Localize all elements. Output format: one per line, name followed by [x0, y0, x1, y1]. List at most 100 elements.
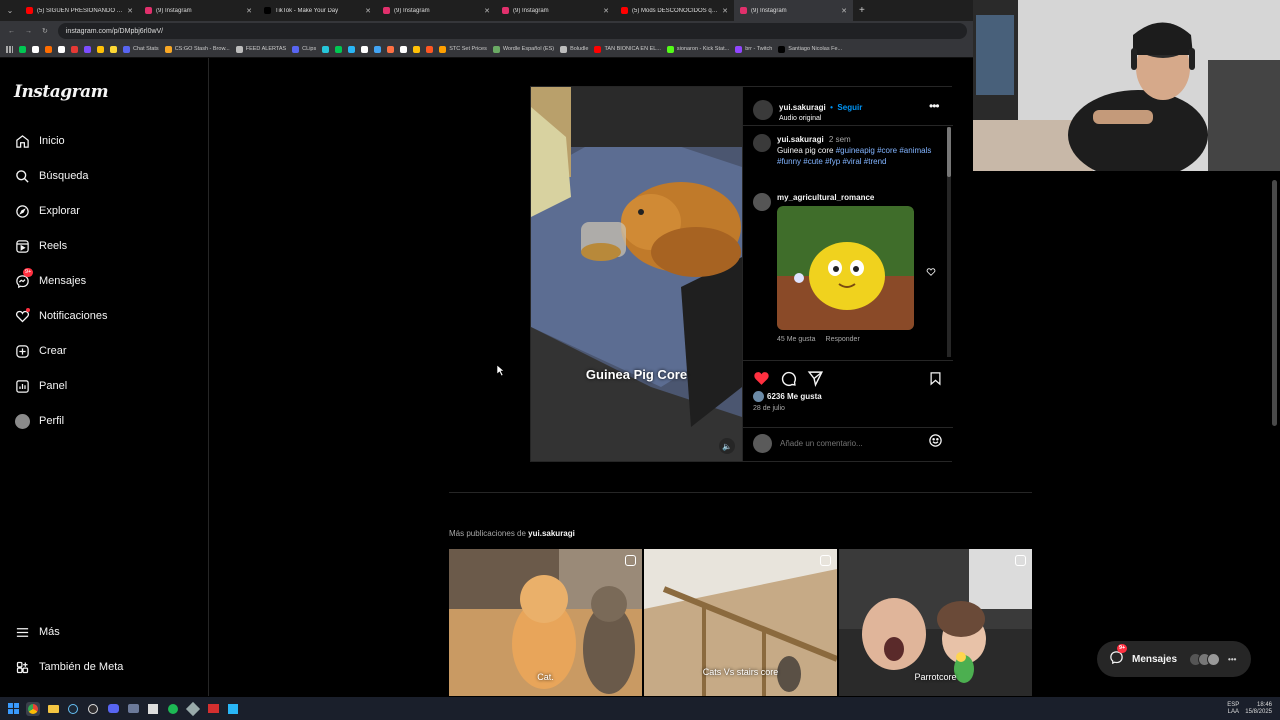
bookmark-item[interactable]: sionaron - Kick Stat... — [666, 45, 729, 53]
bookmark-item[interactable] — [97, 45, 104, 53]
mute-button[interactable]: 🔈 — [719, 438, 735, 454]
hashtag[interactable]: #fyp — [825, 157, 840, 166]
comment-author[interactable]: my_agricultural_romance — [777, 193, 914, 202]
bookmark-item[interactable]: FEED ALERTAS — [235, 45, 286, 53]
save-icon[interactable] — [928, 370, 943, 392]
reload-icon[interactable]: ↻ — [42, 27, 48, 35]
nav-perfil[interactable]: Perfil — [14, 413, 64, 429]
browser-tab[interactable]: (9) Instagram ✕ — [377, 0, 496, 21]
author-avatar[interactable] — [753, 99, 773, 120]
discord-icon[interactable] — [106, 702, 120, 716]
bookmark-item[interactable]: Boludle — [560, 45, 588, 53]
bookmark-item[interactable] — [110, 45, 117, 53]
chrome-icon[interactable] — [26, 701, 40, 716]
hashtag[interactable]: #trend — [864, 157, 887, 166]
obs-icon[interactable] — [86, 702, 100, 716]
nav-mensajes[interactable]: 9+ Mensajes — [14, 268, 86, 289]
nav-explorar[interactable]: Explorar — [14, 203, 80, 219]
browser-tab[interactable]: (5) Mods DESCONOCIDOS que ✕ — [615, 0, 734, 21]
bookmark-item[interactable] — [71, 45, 78, 53]
app-icon[interactable] — [185, 701, 201, 716]
hashtag[interactable]: #animals — [899, 146, 931, 155]
close-icon[interactable]: ✕ — [365, 7, 371, 15]
bookmark-item[interactable]: TAN BIONICA EN EL... — [594, 45, 661, 53]
comments-scrollbar[interactable] — [947, 127, 951, 357]
caption-author[interactable]: yui.sakuragi — [777, 135, 824, 144]
page-scrollbar[interactable] — [1272, 180, 1277, 426]
nav-busqueda[interactable]: Búsqueda — [14, 168, 89, 184]
follow-button[interactable]: Seguir — [837, 103, 862, 112]
tab-search-icon[interactable]: ⌄ — [0, 6, 20, 15]
post-video[interactable]: Guinea Pig Core 🔈 — [531, 87, 742, 461]
bookmark-item[interactable] — [374, 45, 382, 53]
browser-tab[interactable]: (5) SIGUEN PRESIONANDO A S ✕ — [20, 0, 139, 21]
bookmark-item[interactable] — [400, 45, 408, 53]
back-icon[interactable]: ← — [8, 28, 15, 35]
close-icon[interactable]: ✕ — [127, 7, 133, 15]
more-posts-author[interactable]: yui.sakuragi — [528, 529, 575, 538]
caption-avatar[interactable] — [753, 134, 771, 152]
app-icon[interactable] — [226, 702, 240, 716]
hashtag[interactable]: #viral — [842, 157, 861, 166]
new-tab-icon[interactable]: + — [853, 5, 871, 16]
app-icon[interactable] — [206, 702, 220, 716]
likes-row[interactable]: 6236 Me gusta — [753, 391, 822, 402]
app-icon[interactable] — [126, 702, 140, 716]
more-options-icon[interactable]: ••• — [929, 99, 940, 113]
bookmark-item[interactable]: Chat Stats — [123, 45, 159, 53]
forward-icon[interactable]: → — [25, 28, 32, 35]
nav-inicio[interactable]: Inicio — [14, 133, 65, 149]
file-explorer-icon[interactable] — [46, 702, 60, 716]
bookmark-item[interactable] — [58, 45, 65, 53]
browser-tab[interactable]: (9) Instagram ✕ — [734, 0, 853, 21]
bookmark-item[interactable] — [84, 45, 91, 53]
close-icon[interactable]: ✕ — [484, 7, 490, 15]
bookmark-item[interactable] — [413, 45, 421, 53]
close-icon[interactable]: ✕ — [603, 7, 609, 15]
reply-button[interactable]: Responder — [826, 336, 860, 343]
nav-crear[interactable]: Crear — [14, 343, 67, 359]
url-field[interactable]: instagram.com/p/DMpbj6rl0wV/ — [57, 23, 967, 39]
bookmark-item[interactable]: CS:GO Stash - Brow... — [164, 45, 230, 53]
bookmark-item[interactable]: Santiago Nicolas Fe... — [778, 45, 842, 53]
browser-tab[interactable]: (9) Instagram ✕ — [139, 0, 258, 21]
nav-mas[interactable]: Más — [14, 624, 60, 640]
app-icon[interactable] — [146, 702, 160, 716]
bookmark-item[interactable]: STC Set Prices — [439, 45, 487, 53]
steam-icon[interactable] — [66, 702, 80, 716]
bookmark-item[interactable] — [361, 45, 369, 53]
bookmark-item[interactable] — [335, 45, 343, 53]
hashtag[interactable]: #funny — [777, 157, 801, 166]
close-icon[interactable]: ✕ — [722, 7, 728, 15]
apps-grid-icon[interactable] — [6, 45, 13, 53]
spotify-icon[interactable] — [166, 702, 180, 716]
more-dots-icon[interactable]: ••• — [1228, 655, 1236, 664]
comment-likes[interactable]: 45 Me gusta — [777, 336, 816, 343]
author-username[interactable]: yui.sakuragi — [779, 103, 826, 112]
hashtag[interactable]: #guineapig — [836, 146, 875, 155]
bookmark-item[interactable] — [387, 45, 395, 53]
emoji-icon[interactable] — [928, 433, 943, 453]
nav-notificaciones[interactable]: Notificaciones — [14, 308, 107, 324]
hashtag[interactable]: #cute — [803, 157, 823, 166]
browser-tab[interactable]: (9) Instagram ✕ — [496, 0, 615, 21]
comment-input[interactable] — [780, 438, 920, 448]
liked-heart-icon[interactable] — [753, 370, 770, 392]
audio-label[interactable]: Audio original — [779, 115, 862, 122]
bookmark-item[interactable] — [32, 45, 39, 53]
more-post-thumbnail[interactable]: Cat. — [449, 549, 642, 696]
bookmark-item[interactable] — [19, 45, 26, 53]
more-post-thumbnail[interactable]: Cats Vs stairs core — [644, 549, 837, 696]
bookmark-item[interactable]: Wordle Español (ES) — [492, 45, 554, 53]
clock[interactable]: 18:46 15/8/2025 — [1245, 702, 1272, 716]
comment-avatar[interactable] — [753, 193, 771, 211]
share-icon[interactable] — [807, 370, 824, 392]
bookmark-item[interactable] — [322, 45, 330, 53]
bookmark-item[interactable] — [348, 45, 356, 53]
bookmark-item[interactable] — [45, 45, 52, 53]
comment-icon[interactable] — [780, 370, 797, 392]
comment-like-icon[interactable] — [926, 264, 936, 282]
windows-start-icon[interactable] — [6, 702, 20, 716]
hashtag[interactable]: #core — [877, 146, 897, 155]
bookmark-item[interactable]: brr - Twitch — [735, 45, 772, 53]
